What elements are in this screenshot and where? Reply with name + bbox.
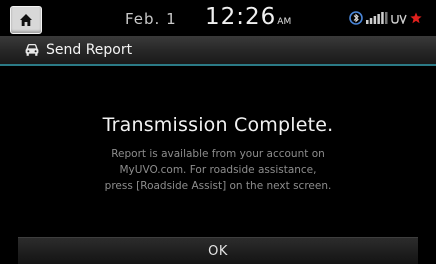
ok-button-label: OK: [208, 243, 228, 259]
bluetooth-phone-icon: [349, 11, 363, 25]
signal-strength-icon: [366, 12, 388, 24]
ok-button[interactable]: OK: [18, 237, 418, 264]
home-button[interactable]: [10, 6, 42, 34]
time-display: 12:26: [205, 4, 277, 30]
dialog-headline: Transmission Complete.: [102, 114, 334, 136]
uvo-icon: [391, 14, 407, 24]
home-icon: [20, 14, 32, 26]
status-icons: [349, 10, 425, 26]
message-line: MyUVO.com. For roadside assistance,: [119, 164, 317, 176]
car-report-icon: [23, 41, 41, 59]
title-bar: Send Report: [0, 36, 436, 66]
ampm-indicator: AM: [277, 17, 292, 27]
dialog-content: Transmission Complete. Report is availab…: [0, 66, 436, 236]
message-line: press [Roadside Assist] on the next scre…: [104, 180, 332, 192]
status-bar: Feb. 1 12:26 AM: [0, 0, 436, 36]
dialog-message: Report is available from your account on…: [0, 146, 436, 194]
page-title: Send Report: [46, 42, 133, 58]
date-display: Feb. 1: [125, 10, 177, 28]
app-screen: Feb. 1 12:26 AM Send Report Transmission…: [0, 0, 436, 264]
message-line: Report is available from your account on: [111, 148, 325, 160]
clock: 12:26 AM: [205, 4, 291, 32]
red-star-icon: [410, 12, 422, 24]
